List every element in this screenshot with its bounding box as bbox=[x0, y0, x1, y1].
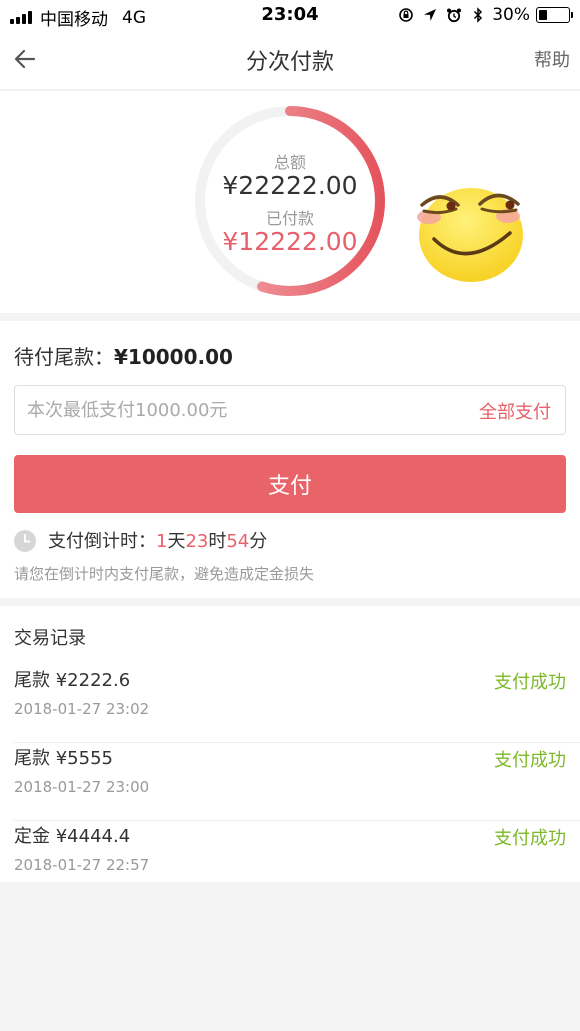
smirk-emoji-icon bbox=[417, 188, 523, 282]
countdown-minutes: 54 bbox=[226, 531, 250, 552]
total-label: 总额 bbox=[273, 153, 306, 172]
record-status: 支付成功 bbox=[494, 828, 566, 849]
record-item[interactable]: 定金 ¥4444.4 2018-01-27 22:57 支付成功 bbox=[0, 822, 580, 899]
record-item[interactable]: 尾款 ¥2222.6 2018-01-27 23:02 支付成功 bbox=[0, 666, 580, 743]
amount-field: 全部支付 bbox=[14, 385, 566, 435]
status-right: 30% bbox=[390, 5, 573, 25]
countdown-timer: 支付倒计时：1天23时54分 bbox=[48, 527, 267, 553]
total-amount: ¥22222.00 bbox=[222, 171, 358, 200]
orientation-lock-icon bbox=[399, 8, 414, 22]
countdown-days: 1 bbox=[156, 531, 168, 552]
paid-amount: ¥12222.00 bbox=[222, 227, 358, 256]
countdown-hours: 23 bbox=[185, 531, 209, 552]
record-time: 2018-01-27 23:00 bbox=[14, 778, 150, 796]
transaction-records: 交易记录 尾款 ¥2222.6 2018-01-27 23:02 支付成功 尾款… bbox=[0, 606, 580, 882]
location-arrow-icon bbox=[424, 9, 437, 21]
alarm-icon bbox=[447, 8, 462, 23]
ring-text: 总额 ¥22222.00 已付款 ¥12222.00 bbox=[192, 103, 388, 299]
remaining-label: 待付尾款： bbox=[14, 345, 114, 369]
record-divider bbox=[14, 742, 580, 743]
amount-input[interactable] bbox=[27, 386, 447, 434]
record-time: 2018-01-27 22:57 bbox=[14, 856, 150, 874]
paid-label: 已付款 bbox=[265, 209, 314, 228]
record-title: 尾款 ¥2222.6 bbox=[14, 670, 131, 691]
clock-icon bbox=[14, 530, 36, 552]
remaining-amount: ¥10000.00 bbox=[114, 345, 233, 369]
record-divider bbox=[14, 820, 580, 821]
battery-percent: 30% bbox=[492, 5, 530, 25]
record-status: 支付成功 bbox=[494, 672, 566, 693]
record-title: 尾款 ¥5555 bbox=[14, 748, 113, 769]
page-title: 分次付款 bbox=[245, 50, 334, 75]
payment-section: 待付尾款：¥10000.00 全部支付 支付 支付倒计时：1天23时54分 请您… bbox=[0, 321, 580, 598]
record-status: 支付成功 bbox=[494, 750, 566, 771]
records-title: 交易记录 bbox=[14, 628, 86, 649]
countdown-day-unit: 天 bbox=[167, 531, 186, 552]
remaining-balance: 待付尾款：¥10000.00 bbox=[14, 341, 233, 370]
record-item[interactable]: 尾款 ¥5555 2018-01-27 23:00 支付成功 bbox=[0, 744, 580, 821]
countdown-hint: 请您在倒计时内支付尾款，避免造成定金损失 bbox=[14, 565, 315, 583]
payment-summary: 总额 ¥22222.00 已付款 ¥12222.00 bbox=[0, 91, 580, 313]
pay-all-button[interactable]: 全部支付 bbox=[479, 398, 551, 424]
record-time: 2018-01-27 23:02 bbox=[14, 700, 150, 718]
progress-ring: 总额 ¥22222.00 已付款 ¥12222.00 bbox=[192, 103, 388, 299]
record-title: 定金 ¥4444.4 bbox=[14, 826, 131, 847]
status-bar: 中国移动 4G 23:04 30% bbox=[0, 0, 580, 30]
battery-icon bbox=[536, 7, 573, 23]
pay-button[interactable]: 支付 bbox=[14, 455, 566, 513]
help-link[interactable]: 帮助 bbox=[534, 46, 570, 72]
countdown-label: 支付倒计时： bbox=[48, 531, 156, 552]
countdown-hour-unit: 时 bbox=[208, 531, 227, 552]
bluetooth-icon bbox=[474, 7, 483, 23]
nav-bar: 分次付款 帮助 bbox=[0, 30, 580, 90]
countdown-minute-unit: 分 bbox=[249, 531, 268, 552]
